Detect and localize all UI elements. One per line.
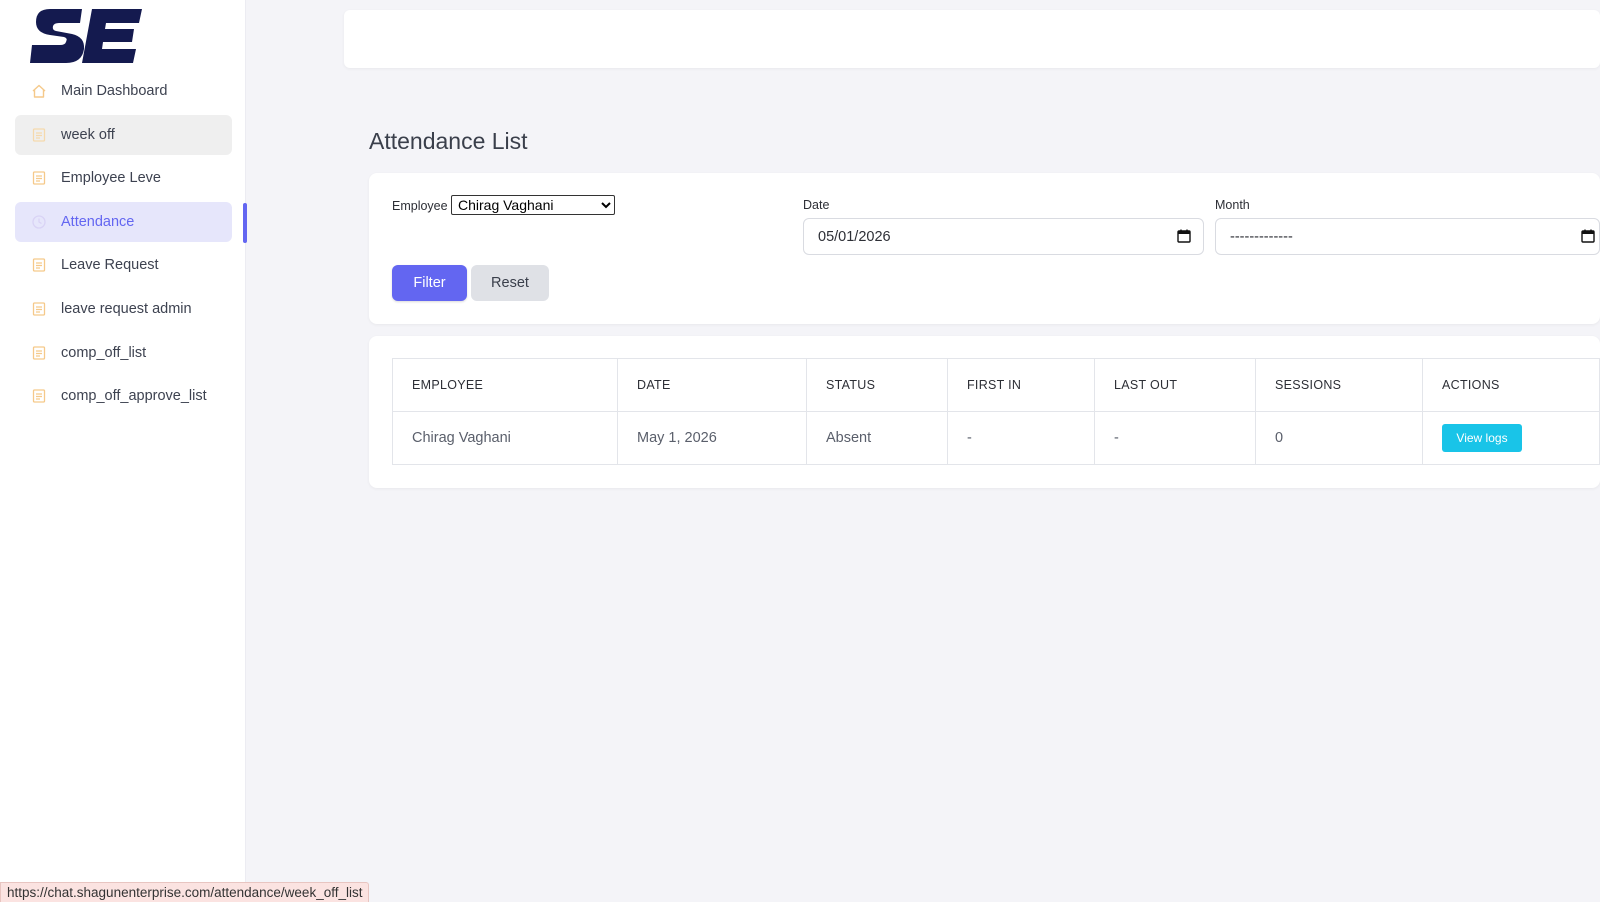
view-logs-button[interactable]: View logs [1442,424,1522,452]
sidebar-item-label: Leave Request [61,257,159,274]
top-header-bar [344,10,1600,68]
filter-button[interactable]: Filter [392,265,467,301]
active-indicator [243,203,247,243]
column-header-sessions: SESSIONS [1255,358,1423,412]
column-header-employee: EMPLOYEE [392,358,618,412]
cell-last-out: - [1094,411,1256,465]
employee-label: Employee [392,199,448,213]
column-header-first-in: FIRST IN [947,358,1095,412]
month-input[interactable]: ------------- [1215,218,1600,255]
calendar-icon[interactable] [1177,229,1191,247]
status-bar-url: https://chat.shagunenterprise.com/attend… [0,882,370,902]
sidebar-item-week-off[interactable]: week off [15,114,232,155]
attendance-table-panel: EMPLOYEE DATE STATUS FIRST IN LAST OUT S… [369,336,1600,488]
sidebar-item-comp-off-approve-list[interactable]: comp_off_approve_list [15,376,232,416]
document-icon [31,388,47,404]
table-header-row: EMPLOYEE DATE STATUS FIRST IN LAST OUT S… [392,358,1600,412]
cell-date: May 1, 2026 [617,411,807,465]
document-icon [31,127,47,143]
sidebar-item-leave-request[interactable]: Leave Request [15,245,232,285]
sidebar-item-label: week off [61,126,115,143]
sidebar-nav: Main Dashboard week off Employee Leve At… [15,71,232,420]
sidebar-item-label: Attendance [61,213,135,230]
reset-button[interactable]: Reset [471,265,549,301]
table-row: Chirag Vaghani May 1, 2026 Absent - - 0 … [392,411,1600,465]
document-icon [31,345,47,361]
home-icon [31,83,47,99]
column-header-date: DATE [617,358,807,412]
company-logo[interactable] [30,5,142,67]
document-icon [31,257,47,273]
month-value: ------------- [1230,228,1293,245]
sidebar-item-label: comp_off_approve_list [61,388,207,405]
cell-employee: Chirag Vaghani [392,411,618,465]
sidebar-item-comp-off-list[interactable]: comp_off_list [15,333,232,373]
cell-sessions: 0 [1255,411,1423,465]
filter-panel: Employee Chirag Vaghani Date 05/01/2026 … [369,173,1600,324]
sidebar-item-label: comp_off_list [61,344,147,361]
sidebar-item-label: Employee Leve [61,170,161,187]
page-title: Attendance List [369,128,528,154]
sidebar-item-label: leave request admin [61,300,192,317]
sidebar-item-main-dashboard[interactable]: Main Dashboard [15,71,232,111]
calendar-icon[interactable] [1581,229,1595,247]
column-header-status: STATUS [806,358,948,412]
sidebar-item-label: Main Dashboard [61,83,168,99]
document-icon [31,170,47,186]
attendance-table: EMPLOYEE DATE STATUS FIRST IN LAST OUT S… [392,358,1600,465]
date-input[interactable]: 05/01/2026 [803,218,1204,255]
month-label: Month [1215,198,1250,212]
sidebar-item-attendance[interactable]: Attendance [15,201,232,242]
column-header-actions: ACTIONS [1422,358,1600,412]
sidebar: Main Dashboard week off Employee Leve At… [0,0,246,902]
employee-select[interactable]: Chirag Vaghani [451,195,615,215]
sidebar-item-employee-leave[interactable]: Employee Leve [15,158,232,198]
column-header-last-out: LAST OUT [1094,358,1256,412]
date-value: 05/01/2026 [818,228,891,245]
cell-status: Absent [806,411,948,465]
clock-icon [31,214,47,230]
sidebar-item-leave-request-admin[interactable]: leave request admin [15,289,232,329]
cell-actions: View logs [1422,411,1600,465]
document-icon [31,301,47,317]
cell-first-in: - [947,411,1095,465]
date-label: Date [803,198,830,212]
